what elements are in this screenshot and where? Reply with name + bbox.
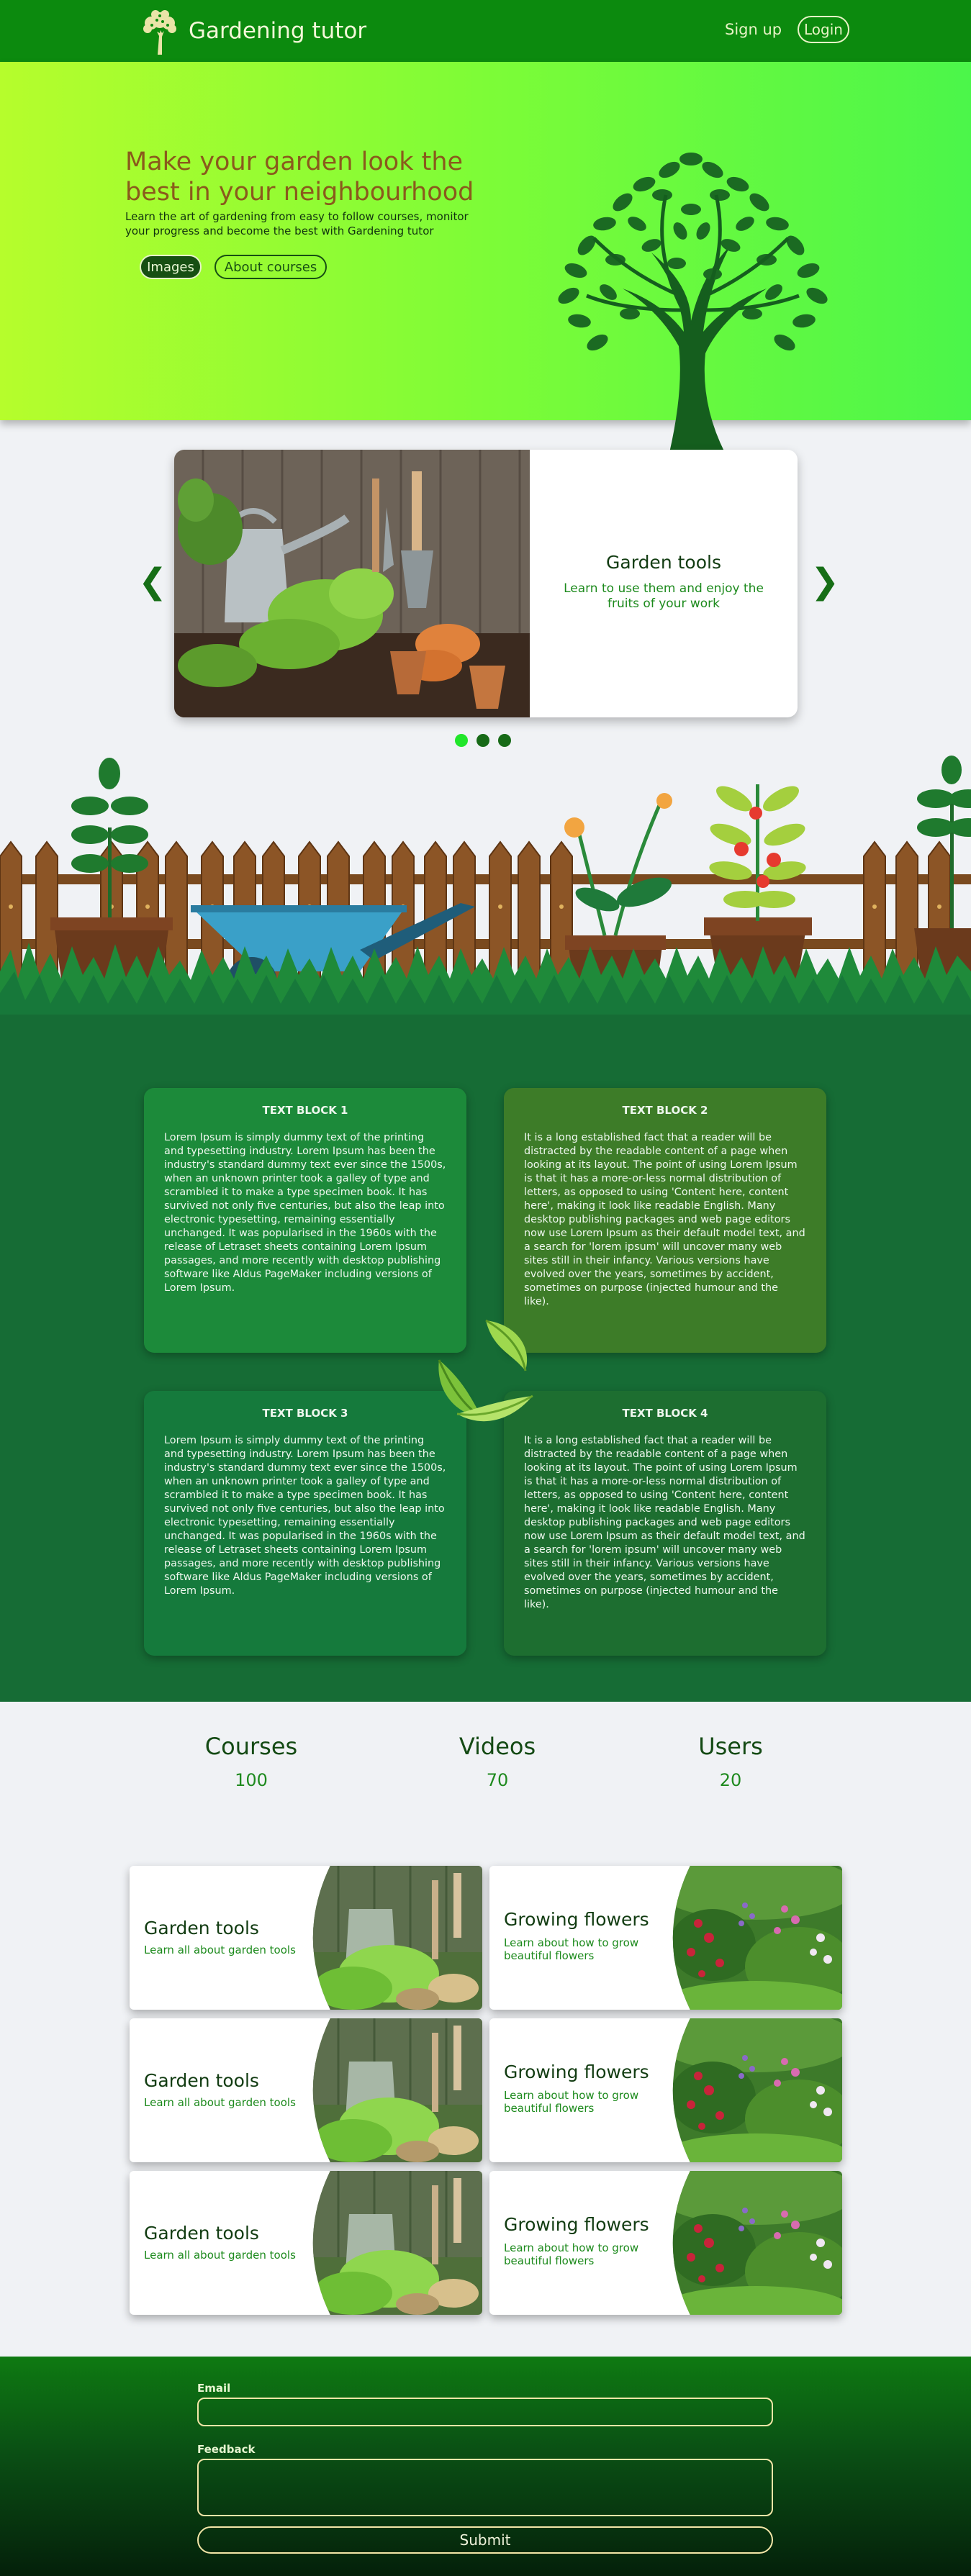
course-card[interactable]: Growing flowers Learn about how to grow … [489,2018,842,2162]
recycle-leaves-icon [438,1319,533,1422]
flowers-thumbnail [669,1866,842,2010]
course-card[interactable]: Garden tools Learn all about garden tool… [130,2171,482,2315]
card-text: Learn all about garden tools [144,1944,296,1956]
images-button[interactable]: Images [140,255,202,279]
card-text: Learn about how to grow beautiful flower… [504,1936,639,1962]
hero-subtitle: Learn the art of gardening from easy to … [125,210,469,237]
carousel-indicators [455,734,511,747]
text-block-title: TEXT BLOCK 2 [622,1104,708,1117]
signup-link[interactable]: Sign up [725,21,782,38]
stat-users-value: 20 [719,1770,742,1790]
brand-name: Gardening tutor [189,18,367,44]
chevron-right-icon[interactable]: ❯ [810,561,839,602]
text-block: TEXT BLOCK 4 It is a long established fa… [504,1391,826,1656]
carousel-dot[interactable] [477,734,489,747]
carousel-slide[interactable]: Garden tools Learn to use them and enjoy… [174,450,798,717]
garden-tools-thumbnail [310,2171,482,2315]
card-title: Growing flowers [504,1909,649,1930]
garden-scene-illustration [0,756,971,1043]
course-card[interactable]: Garden tools Learn all about garden tool… [130,2018,482,2162]
flowers-thumbnail [669,2171,842,2315]
about-courses-button[interactable]: About courses [214,255,327,279]
stat-courses-value: 100 [235,1770,268,1790]
tree-illustration-icon [558,153,828,453]
text-block-body: It is a long established fact that a rea… [524,1435,805,1610]
card-title: Garden tools [144,2223,259,2244]
text-block: TEXT BLOCK 2 It is a long established fa… [504,1088,826,1353]
stat-users-label: Users [698,1733,763,1760]
text-block-title: TEXT BLOCK 3 [262,1407,348,1420]
hero-title: Make your garden look the best in your n… [125,148,474,207]
card-title: Growing flowers [504,2214,649,2235]
card-title: Garden tools [144,1918,259,1938]
card-text: Learn all about garden tools [144,2096,296,2109]
garden-tools-thumbnail [310,2018,482,2162]
text-block-body: Lorem Ipsum is simply dummy text of the … [164,1435,446,1597]
stat-videos-value: 70 [486,1770,509,1790]
text-block-body: It is a long established fact that a rea… [524,1132,805,1307]
text-block: TEXT BLOCK 3 Lorem Ipsum is simply dummy… [144,1391,466,1656]
card-text: Learn about how to grow beautiful flower… [504,2089,639,2115]
chevron-left-icon[interactable]: ❮ [138,561,167,602]
carousel-dot[interactable] [455,734,468,747]
carousel-text: Learn to use them and enjoy the fruits o… [564,581,764,611]
card-title: Garden tools [144,2070,259,2091]
brand[interactable]: Gardening tutor [135,6,366,56]
navbar: Gardening tutor Sign up Login [0,0,971,62]
text-block: TEXT BLOCK 1 Lorem Ipsum is simply dummy… [144,1088,466,1353]
stat-courses-label: Courses [204,1733,298,1760]
feedback-field[interactable] [197,2459,773,2516]
course-card[interactable]: Garden tools Learn all about garden tool… [130,1866,482,2010]
course-card[interactable]: Growing flowers Learn about how to grow … [489,1866,842,2010]
text-block-title: TEXT BLOCK 1 [262,1104,348,1117]
submit-button[interactable]: Submit [197,2526,773,2554]
feedback-form: Email Feedback Submit [0,2357,971,2576]
text-block-title: TEXT BLOCK 4 [622,1407,708,1420]
flowers-thumbnail [669,2018,842,2162]
carousel-title: Garden tools [606,552,721,573]
card-text: Learn all about garden tools [144,2249,296,2262]
text-block-body: Lorem Ipsum is simply dummy text of the … [164,1132,446,1294]
card-title: Growing flowers [504,2062,649,2082]
text-blocks-section: TEXT BLOCK 1 Lorem Ipsum is simply dummy… [0,1040,971,1702]
course-card[interactable]: Growing flowers Learn about how to grow … [489,2171,842,2315]
email-field[interactable] [197,2398,773,2426]
email-label: Email [197,2382,231,2395]
hero: Make your garden look the best in your n… [0,62,971,453]
tree-logo-icon [143,10,176,55]
card-text: Learn about how to grow beautiful flower… [504,2241,639,2267]
login-button[interactable]: Login [798,16,849,43]
garden-tools-thumbnail [310,1866,482,2010]
garden-tools-image [174,450,530,717]
feedback-label: Feedback [197,2443,256,2456]
carousel-dot[interactable] [498,734,511,747]
stat-videos-label: Videos [459,1733,536,1760]
